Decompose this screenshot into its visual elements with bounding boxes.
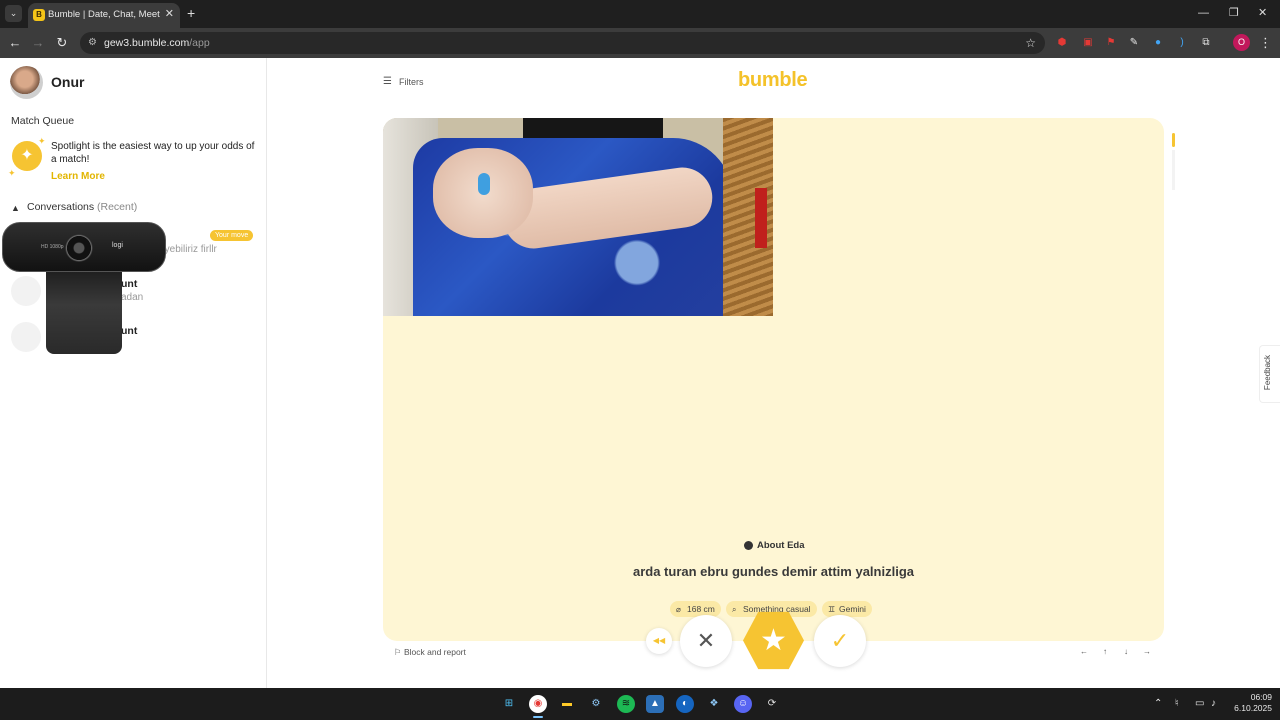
webcam-overlay: HD 1080p logi xyxy=(2,222,166,354)
minimize-button[interactable]: — xyxy=(1198,5,1209,21)
webcam-body: HD 1080p logi xyxy=(2,222,166,272)
microphone-icon[interactable]: ♮ xyxy=(1175,697,1179,711)
tab-close-icon[interactable]: ✕ xyxy=(165,7,174,21)
extension-calendar-icon[interactable]: ▣ xyxy=(1080,35,1096,51)
chevron-up-icon[interactable]: ▲ xyxy=(11,202,20,214)
windows-start-icon[interactable]: ⊞ xyxy=(500,695,518,713)
photo-scroll-track[interactable] xyxy=(1172,150,1175,190)
extension-audio-icon[interactable]: ) xyxy=(1174,35,1190,51)
filters-button[interactable]: Filters xyxy=(399,77,424,87)
spotify-icon[interactable]: ≋ xyxy=(617,695,635,713)
close-icon: ✕ xyxy=(696,628,716,653)
user-name[interactable]: Onur xyxy=(51,74,84,90)
height-chip: ⌀ 168 cm xyxy=(670,601,721,617)
browser-menu-icon[interactable]: ⋮ xyxy=(1259,34,1272,51)
show-hidden-icons[interactable]: ⌃ xyxy=(1154,697,1162,711)
spotlight-text: Spotlight is the easiest way to up your … xyxy=(51,141,255,165)
reload-button[interactable]: ↻ xyxy=(53,34,71,52)
conversations-title[interactable]: Conversations xyxy=(27,201,94,213)
extensions-puzzle-icon[interactable]: ⧉ xyxy=(1198,35,1214,51)
webcam-stand xyxy=(46,272,122,354)
back-button[interactable]: ← xyxy=(6,34,24,52)
browser-tab-bar: ⌄ B Bumble | Date, Chat, Meet New ✕ + — … xyxy=(0,0,1280,28)
tab-search-button[interactable]: ⌄ xyxy=(5,5,22,22)
bookmark-star-icon[interactable]: ☆ xyxy=(1025,35,1036,51)
keyboard-hint-left: ← xyxy=(1080,647,1088,656)
like-button[interactable]: ✓ xyxy=(814,615,866,667)
sparkle-icon: ✦ xyxy=(8,168,16,178)
ruler-icon: ⌀ xyxy=(676,605,681,614)
profile-bio: arda turan ebru gundes demir attim yalni… xyxy=(632,564,914,579)
app-settings-icon[interactable]: ⟳ xyxy=(763,695,781,713)
chrome-icon[interactable]: ◉ xyxy=(529,695,547,713)
about-title: About Eda xyxy=(757,540,805,551)
profile-avatar[interactable]: O xyxy=(1233,34,1250,51)
rewind-button[interactable]: ◀◀ xyxy=(646,628,672,654)
zodiac-chip: ♊ Gemini xyxy=(822,601,872,617)
quote-icon xyxy=(744,541,753,550)
edge-icon[interactable]: ◐ xyxy=(676,695,694,713)
rewind-icon: ◀◀ xyxy=(652,636,666,645)
new-tab-button[interactable]: + xyxy=(187,5,195,21)
url-text[interactable]: gew3.bumble.com/app xyxy=(104,36,210,50)
profile-card[interactable] xyxy=(383,118,1164,641)
sparkle-icon: ✦ xyxy=(38,136,46,146)
close-window-button[interactable]: ✕ xyxy=(1258,5,1267,21)
search-icon: ⌕ xyxy=(732,605,737,614)
extension-shield-icon[interactable]: ⬢ xyxy=(1054,35,1070,51)
your-move-badge: Your move xyxy=(210,230,254,241)
keyboard-hint-right: → xyxy=(1143,647,1151,656)
browser-toolbar: ← → ↻ ⚙ gew3.bumble.com/app ☆ ⬢ ▣ ⚑ ✎ ● … xyxy=(0,28,1280,58)
feedback-tab[interactable]: Feedback xyxy=(1259,345,1280,403)
steam-icon[interactable]: ⚙ xyxy=(587,695,605,713)
volume-icon[interactable]: ♪ xyxy=(1211,697,1216,711)
webcam-brand: logi xyxy=(112,242,123,249)
system-clock[interactable]: 06:09 6.10.2025 xyxy=(1230,692,1272,714)
pass-button[interactable]: ✕ xyxy=(680,615,732,667)
webcam-logo: HD 1080p xyxy=(41,244,64,250)
match-queue-title: Match Queue xyxy=(11,115,75,127)
tab-title: Bumble | Date, Chat, Meet New xyxy=(48,9,160,20)
check-icon: ✓ xyxy=(830,628,850,653)
filters-icon[interactable]: ☰ xyxy=(383,77,392,87)
site-info-icon[interactable]: ⚙ xyxy=(88,36,97,50)
star-icon: ★ xyxy=(760,624,787,657)
user-avatar[interactable] xyxy=(10,66,43,99)
taskbar xyxy=(0,688,1280,720)
forward-button[interactable]: → xyxy=(29,34,47,52)
webcam-lens xyxy=(65,234,93,262)
app-icon[interactable]: ❖ xyxy=(705,695,723,713)
active-tab[interactable]: B Bumble | Date, Chat, Meet New ✕ xyxy=(28,3,180,28)
network-icon[interactable]: ▭ xyxy=(1195,697,1204,711)
maximize-button[interactable]: ❐ xyxy=(1229,5,1239,21)
sidebar: Onur Match Queue ✦ ✦ ✦ Spotlight is the … xyxy=(0,58,267,688)
block-report-link[interactable]: ⚐ Block and report xyxy=(394,647,466,658)
conversations-filter[interactable]: (Recent) xyxy=(97,201,137,213)
learn-more-link[interactable]: Learn More xyxy=(51,171,105,182)
keyboard-hint-down: ↓ xyxy=(1124,647,1128,656)
photos-icon[interactable]: ▲ xyxy=(646,695,664,713)
keyboard-hint-up: ↑ xyxy=(1103,647,1107,656)
extension-flag-icon[interactable]: ⚑ xyxy=(1103,35,1119,51)
address-bar[interactable]: ⚙ gew3.bumble.com/app ☆ xyxy=(80,32,1045,54)
file-explorer-icon[interactable]: ▬ xyxy=(558,695,576,713)
conversation-preview[interactable]: iliyebiliriz firllr xyxy=(158,244,217,255)
bumble-favicon: B xyxy=(33,9,45,21)
bumble-logo: bumble xyxy=(738,69,808,91)
photo-scroll-indicator[interactable] xyxy=(1172,133,1175,147)
discord-icon[interactable]: ☺ xyxy=(734,695,752,713)
extension-s-icon[interactable]: ● xyxy=(1150,35,1166,51)
extension-pen-icon[interactable]: ✎ xyxy=(1126,35,1142,51)
profile-photo[interactable] xyxy=(383,118,773,316)
active-app-indicator xyxy=(533,716,543,718)
